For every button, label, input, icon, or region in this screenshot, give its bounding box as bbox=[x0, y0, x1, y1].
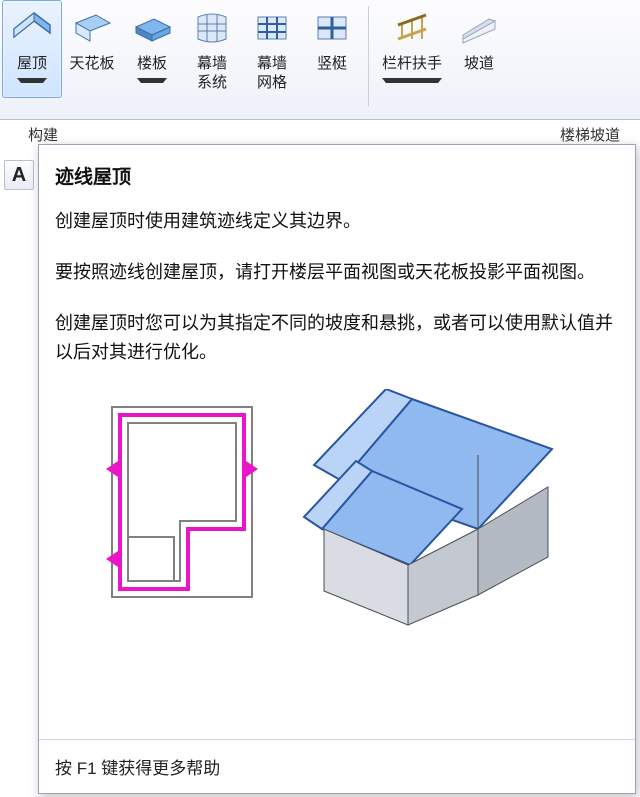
ribbon-panel-labels: 构建 楼梯坡道 bbox=[0, 122, 640, 145]
floor-icon bbox=[129, 5, 175, 51]
ribbon-item-roof[interactable]: 屋顶 bbox=[2, 0, 62, 98]
dropdown-icon bbox=[137, 78, 167, 83]
ribbon-label-line2: 系统 bbox=[197, 74, 227, 93]
ribbon-label: 幕墙 bbox=[197, 55, 227, 74]
ribbon-label-line2: 网格 bbox=[257, 74, 287, 93]
side-text-tool[interactable]: A bbox=[4, 160, 34, 190]
roof-icon bbox=[9, 5, 55, 51]
ribbon-label: 竖梃 bbox=[317, 55, 347, 74]
curtain-grid-icon bbox=[249, 5, 295, 51]
ribbon-label: 坡道 bbox=[464, 55, 494, 74]
mullion-icon bbox=[309, 5, 355, 51]
ceiling-icon bbox=[69, 5, 115, 51]
tooltip-paragraph: 创建屋顶时使用建筑迹线定义其边界。 bbox=[55, 207, 619, 236]
curtain-system-icon bbox=[189, 5, 235, 51]
railing-icon bbox=[389, 5, 435, 51]
ramp-icon bbox=[456, 5, 502, 51]
ribbon-item-curtain-grid[interactable]: 幕墙 网格 bbox=[242, 0, 302, 98]
ribbon-item-railing[interactable]: 栏杆扶手 bbox=[375, 0, 449, 98]
dropdown-icon bbox=[382, 78, 442, 83]
ribbon-label: 幕墙 bbox=[257, 55, 287, 74]
ribbon-label: 楼板 bbox=[137, 55, 167, 74]
ribbon-item-floor[interactable]: 楼板 bbox=[122, 0, 182, 98]
roof-footprint-icon bbox=[92, 389, 272, 609]
tooltip-paragraph: 要按照迹线创建屋顶，请打开楼层平面视图或天花板投影平面视图。 bbox=[55, 258, 619, 287]
ribbon-item-ceiling[interactable]: 天花板 bbox=[62, 0, 122, 98]
tooltip-illustration bbox=[55, 389, 619, 639]
ribbon-item-ramp[interactable]: 坡道 bbox=[449, 0, 509, 98]
ribbon-separator bbox=[368, 6, 369, 106]
dropdown-icon bbox=[17, 78, 47, 83]
ribbon-label: 天花板 bbox=[69, 55, 114, 74]
panel-label-right: 楼梯坡道 bbox=[560, 124, 620, 145]
roof-3d-icon bbox=[302, 389, 582, 639]
ribbon-label: 屋顶 bbox=[17, 55, 47, 74]
side-tool-label: A bbox=[12, 164, 26, 186]
ribbon-label: 栏杆扶手 bbox=[382, 55, 442, 74]
ribbon-item-mullion[interactable]: 竖梃 bbox=[302, 0, 362, 98]
tooltip-body: 迹线屋顶 创建屋顶时使用建筑迹线定义其边界。 要按照迹线创建屋顶，请打开楼层平面… bbox=[39, 145, 635, 739]
tooltip-footer: 按 F1 键获得更多帮助 bbox=[39, 739, 635, 793]
panel-label-left: 构建 bbox=[28, 127, 58, 144]
tooltip-paragraph: 创建屋顶时您可以为其指定不同的坡度和悬挑，或者可以使用默认值并以后对其进行优化。 bbox=[55, 309, 619, 367]
ribbon: 屋顶 天花板 楼板 bbox=[0, 0, 640, 120]
ribbon-item-curtain-system[interactable]: 幕墙 系统 bbox=[182, 0, 242, 98]
tooltip-panel: 迹线屋顶 创建屋顶时使用建筑迹线定义其边界。 要按照迹线创建屋顶，请打开楼层平面… bbox=[38, 144, 636, 794]
tooltip-title: 迹线屋顶 bbox=[55, 163, 619, 193]
